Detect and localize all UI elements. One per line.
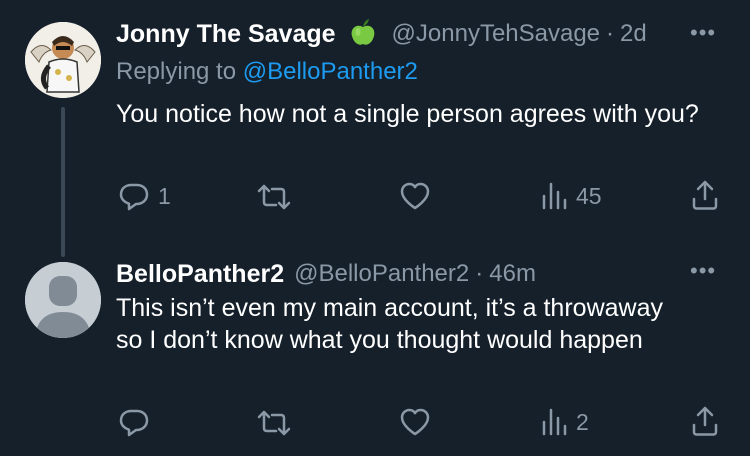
analytics-icon [542,182,567,210]
tweet1-time[interactable]: 2d [620,20,647,48]
more-options-icon[interactable]: ••• [690,20,716,46]
analytics-icon [542,408,567,436]
reply-button[interactable]: 1 [118,180,171,212]
separator-dot: · [606,20,615,47]
replying-to-label: Replying to [116,58,237,85]
views-button[interactable]: 45 [540,180,602,212]
more-options-icon[interactable]: ••• [690,258,716,284]
retweet-icon [257,410,291,436]
reply-icon [119,409,149,437]
tweet1-text: You notice how not a single person agree… [116,100,699,128]
replying-to-mention[interactable]: @BelloPanther2 [243,58,418,85]
tweet1-display-name[interactable]: Jonny The Savage [116,20,336,49]
tweet2-handle[interactable]: @BelloPanther2 [294,260,469,288]
separator-dot: · [475,260,484,287]
like-button[interactable] [399,407,439,437]
views-count: 2 [576,408,589,435]
tweet2-display-name[interactable]: BelloPanther2 [116,260,284,289]
reply-count: 1 [158,182,171,209]
retweet-button[interactable] [256,181,300,213]
reply-icon [119,183,149,211]
avatar-illustration [25,22,101,98]
reply-button[interactable] [118,406,158,438]
views-count: 45 [576,182,602,209]
retweet-icon [257,184,291,210]
tweet2-time[interactable]: 46m [489,260,536,288]
green-apple-icon [348,17,378,52]
heart-icon [400,182,430,210]
avatar-bellopanther[interactable] [25,262,101,338]
thread-connector-line [61,107,65,257]
share-icon [692,406,718,436]
avatar-jonny[interactable] [25,22,101,98]
share-icon [692,180,718,210]
like-button[interactable] [399,181,439,211]
tweet2-text: This isn’t even my main account, it’s a … [116,294,663,354]
views-button[interactable]: 2 [540,406,589,438]
share-button[interactable] [690,405,720,437]
tweet1-handle[interactable]: @JonnyTehSavage [392,20,601,48]
heart-icon [400,408,430,436]
share-button[interactable] [690,179,720,211]
default-avatar-icon [25,262,101,338]
retweet-button[interactable] [256,407,300,439]
replying-to: Replying to @BelloPanther2 [116,58,418,86]
